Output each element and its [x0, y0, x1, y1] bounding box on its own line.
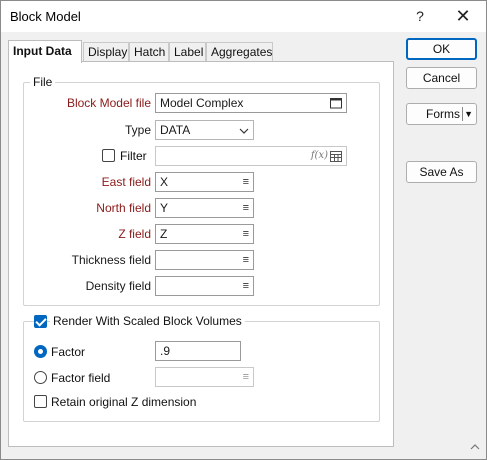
list-icon[interactable]: ≡ [243, 173, 249, 191]
forms-divider [462, 107, 463, 121]
type-select[interactable]: DATA [155, 120, 254, 140]
tab-display[interactable]: Display [83, 42, 129, 62]
dropdown-arrow-icon[interactable]: ▼ [464, 104, 473, 124]
tab-aggregates[interactable]: Aggregates [206, 42, 273, 62]
factor-radio[interactable] [34, 345, 47, 358]
factor-field-label: Factor field [51, 371, 111, 385]
resize-grip-icon[interactable] [470, 442, 480, 453]
block-model-dialog: Block Model ? ✕ Input Data Display Hatch… [0, 0, 487, 460]
list-icon[interactable]: ≡ [243, 251, 249, 269]
file-group-legend: File [30, 75, 56, 89]
north-field-value: Y [160, 201, 169, 215]
list-icon[interactable]: ≡ [243, 277, 249, 295]
z-field-input[interactable]: Z ≡ [155, 224, 254, 244]
cancel-button[interactable]: Cancel [406, 67, 477, 89]
east-field-value: X [160, 175, 169, 189]
file-group: File Block Model file Model Complex Type… [23, 75, 380, 306]
factor-value: .9 [160, 344, 171, 358]
north-field-input[interactable]: Y ≡ [155, 198, 254, 218]
thickness-field-input[interactable]: ≡ [155, 250, 254, 270]
forms-label: Forms [426, 107, 460, 121]
forms-button[interactable]: Forms ▼ [406, 103, 477, 125]
block-model-file-value: Model Complex [160, 96, 244, 110]
thickness-field-label: Thickness field [71, 253, 151, 267]
ok-button[interactable]: OK [406, 38, 477, 60]
block-model-file-label: Block Model file [66, 96, 151, 110]
retain-z-label: Retain original Z dimension [51, 395, 197, 409]
input-data-panel: File Block Model file Model Complex Type… [8, 61, 394, 447]
render-scaled-checkbox[interactable] [34, 315, 47, 328]
fx-icon[interactable]: f(x) [311, 147, 328, 165]
list-icon[interactable]: ≡ [243, 368, 249, 386]
z-field-label: Z field [118, 227, 151, 241]
save-as-button[interactable]: Save As [406, 161, 477, 183]
density-field-input[interactable]: ≡ [155, 276, 254, 296]
tab-hatch[interactable]: Hatch [129, 42, 169, 62]
tab-input-data[interactable]: Input Data [8, 40, 82, 63]
factor-field-input[interactable]: ≡ [155, 367, 254, 387]
window-title: Block Model [10, 9, 81, 24]
type-value: DATA [160, 123, 191, 137]
table-icon[interactable] [330, 147, 342, 165]
north-field-label: North field [96, 201, 151, 215]
render-scaled-label: Render With Scaled Block Volumes [50, 314, 245, 328]
render-group: Render With Scaled Block Volumes Factor … [23, 314, 380, 422]
filter-label: Filter [120, 149, 147, 163]
window-icon[interactable] [330, 94, 342, 112]
density-field-label: Density field [85, 279, 151, 293]
tab-label[interactable]: Label [169, 42, 206, 62]
close-button[interactable]: ✕ [449, 5, 477, 27]
block-model-file-input[interactable]: Model Complex [155, 93, 347, 113]
east-field-label: East field [101, 175, 151, 189]
factor-label: Factor [51, 345, 86, 359]
help-button[interactable]: ? [406, 5, 434, 27]
list-icon[interactable]: ≡ [243, 199, 249, 217]
z-field-value: Z [160, 227, 168, 241]
factor-input[interactable]: .9 [155, 341, 241, 361]
chevron-down-icon [239, 121, 249, 139]
retain-z-checkbox[interactable] [34, 395, 47, 408]
list-icon[interactable]: ≡ [243, 225, 249, 243]
filter-checkbox[interactable] [102, 149, 115, 162]
filter-input[interactable]: f(x) [155, 146, 347, 166]
type-label: Type [124, 123, 151, 137]
east-field-input[interactable]: X ≡ [155, 172, 254, 192]
title-bar: Block Model ? ✕ [1, 1, 486, 32]
factor-field-radio[interactable] [34, 371, 47, 384]
